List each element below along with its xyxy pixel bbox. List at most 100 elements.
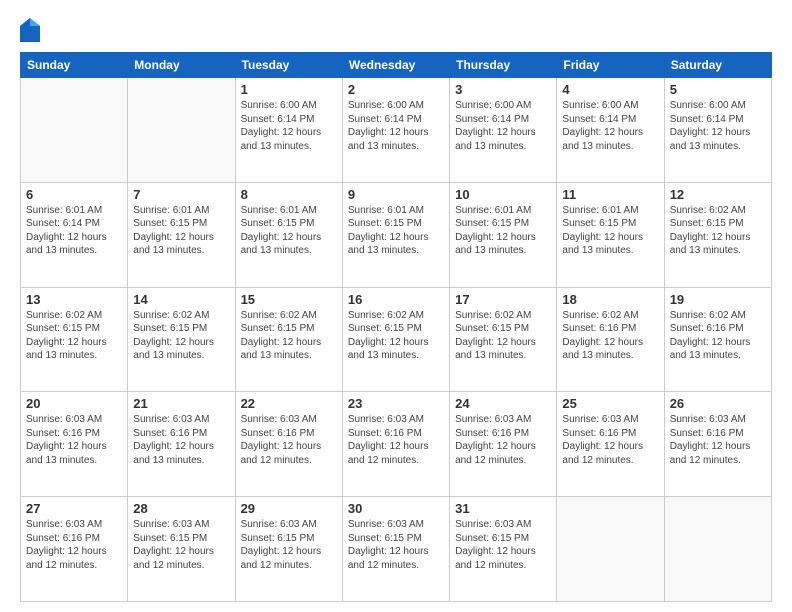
- table-row: 7 Sunrise: 6:01 AM Sunset: 6:15 PM Daylig…: [128, 182, 235, 287]
- col-sunday: Sunday: [21, 53, 128, 78]
- table-row: 11 Sunrise: 6:01 AM Sunset: 6:15 PM Dayli…: [557, 182, 664, 287]
- calendar-week-row: 27 Sunrise: 6:03 AM Sunset: 6:16 PM Dayli…: [21, 497, 772, 602]
- table-row: 27 Sunrise: 6:03 AM Sunset: 6:16 PM Dayli…: [21, 497, 128, 602]
- day-number: 13: [26, 292, 122, 307]
- table-row: 22Sunrise: 6:03 AM Sunset: 6:16 PM Dayli…: [235, 392, 342, 497]
- table-row: 2 Sunrise: 6:00 AM Sunset: 6:14 PM Daylig…: [342, 78, 449, 183]
- day-info: Sunrise: 6:03 AM Sunset: 6:16 PM Dayligh…: [455, 413, 551, 467]
- calendar-table: Sunday Monday Tuesday Wednesday Thursday…: [20, 52, 772, 602]
- table-row: 30 Sunrise: 6:03 AM Sunset: 6:15 PM Dayli…: [342, 497, 449, 602]
- table-row: 14 Sunrise: 6:02 AM Sunset: 6:15 PM Dayli…: [128, 287, 235, 392]
- day-info: Sunrise: 6:02 AM Sunset: 6:15 PM Dayligh…: [455, 309, 551, 363]
- table-row: 25 Sunrise: 6:03 AM Sunset: 6:16 PM Dayli…: [557, 392, 664, 497]
- logo: [20, 18, 44, 42]
- day-number: 9: [348, 187, 444, 202]
- day-info: Sunrise: 6:03 AM Sunset: 6:15 PM Dayligh…: [241, 518, 337, 572]
- day-number: 7: [133, 187, 229, 202]
- day-info: Sunrise: 6:00 AM Sunset: 6:14 PM Dayligh…: [348, 99, 444, 153]
- day-number: 11: [562, 187, 658, 202]
- table-row: 19 Sunrise: 6:02 AM Sunset: 6:16 PM Dayli…: [664, 287, 771, 392]
- table-row: 12 Sunrise: 6:02 AM Sunset: 6:15 PM Dayli…: [664, 182, 771, 287]
- col-saturday: Saturday: [664, 53, 771, 78]
- day-info: Sunrise: 6:00 AM Sunset: 6:14 PM Dayligh…: [562, 99, 658, 153]
- day-info: Sunrise: 6:01 AM Sunset: 6:15 PM Dayligh…: [348, 204, 444, 258]
- table-row: 8Sunrise: 6:01 AM Sunset: 6:15 PM Daylig…: [235, 182, 342, 287]
- table-row: 1Sunrise: 6:00 AM Sunset: 6:14 PM Daylig…: [235, 78, 342, 183]
- col-wednesday: Wednesday: [342, 53, 449, 78]
- day-number: 25: [562, 396, 658, 411]
- day-number: 1: [241, 82, 337, 97]
- day-number: 6: [26, 187, 122, 202]
- logo-icon: [20, 18, 40, 42]
- table-row: 6 Sunrise: 6:01 AM Sunset: 6:14 PM Daylig…: [21, 182, 128, 287]
- col-thursday: Thursday: [450, 53, 557, 78]
- day-info: Sunrise: 6:02 AM Sunset: 6:15 PM Dayligh…: [133, 309, 229, 363]
- day-number: 12: [670, 187, 766, 202]
- table-row: 10Sunrise: 6:01 AM Sunset: 6:15 PM Dayli…: [450, 182, 557, 287]
- calendar-week-row: 6 Sunrise: 6:01 AM Sunset: 6:14 PM Daylig…: [21, 182, 772, 287]
- calendar-week-row: 13 Sunrise: 6:02 AM Sunset: 6:15 PM Dayli…: [21, 287, 772, 392]
- table-row: 23 Sunrise: 6:03 AM Sunset: 6:16 PM Dayli…: [342, 392, 449, 497]
- day-number: 14: [133, 292, 229, 307]
- day-number: 30: [348, 501, 444, 516]
- day-number: 17: [455, 292, 551, 307]
- day-info: Sunrise: 6:02 AM Sunset: 6:15 PM Dayligh…: [348, 309, 444, 363]
- day-info: Sunrise: 6:03 AM Sunset: 6:16 PM Dayligh…: [348, 413, 444, 467]
- day-info: Sunrise: 6:00 AM Sunset: 6:14 PM Dayligh…: [455, 99, 551, 153]
- day-info: Sunrise: 6:03 AM Sunset: 6:16 PM Dayligh…: [26, 518, 122, 572]
- day-number: 28: [133, 501, 229, 516]
- day-number: 24: [455, 396, 551, 411]
- col-friday: Friday: [557, 53, 664, 78]
- calendar-header-row: Sunday Monday Tuesday Wednesday Thursday…: [21, 53, 772, 78]
- day-info: Sunrise: 6:01 AM Sunset: 6:15 PM Dayligh…: [241, 204, 337, 258]
- day-info: Sunrise: 6:03 AM Sunset: 6:15 PM Dayligh…: [455, 518, 551, 572]
- day-number: 21: [133, 396, 229, 411]
- day-number: 26: [670, 396, 766, 411]
- table-row: 18 Sunrise: 6:02 AM Sunset: 6:16 PM Dayli…: [557, 287, 664, 392]
- calendar-week-row: 1 Sunrise: 6:00 AM Sunset: 6:14 PM Daylig…: [21, 78, 772, 183]
- col-monday: Monday: [128, 53, 235, 78]
- day-info: Sunrise: 6:03 AM Sunset: 6:15 PM Dayligh…: [133, 518, 229, 572]
- table-row: 20Sunrise: 6:03 AM Sunset: 6:16 PM Dayli…: [21, 392, 128, 497]
- col-tuesday: Tuesday: [235, 53, 342, 78]
- table-row: 5Sunrise: 6:00 AM Sunset: 6:14 PM Daylig…: [664, 78, 771, 183]
- table-row: 24 Sunrise: 6:03 AM Sunset: 6:16 PM Dayli…: [450, 392, 557, 497]
- day-info: Sunrise: 6:03 AM Sunset: 6:16 PM Dayligh…: [26, 413, 122, 467]
- day-info: Sunrise: 6:01 AM Sunset: 6:14 PM Dayligh…: [26, 204, 122, 258]
- day-info: Sunrise: 6:02 AM Sunset: 6:16 PM Dayligh…: [562, 309, 658, 363]
- day-number: 2: [348, 82, 444, 97]
- day-number: 19: [670, 292, 766, 307]
- day-number: 16: [348, 292, 444, 307]
- day-info: Sunrise: 6:01 AM Sunset: 6:15 PM Dayligh…: [133, 204, 229, 258]
- day-info: Sunrise: 6:02 AM Sunset: 6:15 PM Dayligh…: [670, 204, 766, 258]
- day-number: 31: [455, 501, 551, 516]
- day-info: Sunrise: 6:03 AM Sunset: 6:15 PM Dayligh…: [348, 518, 444, 572]
- table-row: 13 Sunrise: 6:02 AM Sunset: 6:15 PM Dayli…: [21, 287, 128, 392]
- day-number: 18: [562, 292, 658, 307]
- day-number: 22: [241, 396, 337, 411]
- header: [20, 18, 772, 42]
- table-row: 9 Sunrise: 6:01 AM Sunset: 6:15 PM Daylig…: [342, 182, 449, 287]
- table-row: 26 Sunrise: 6:03 AM Sunset: 6:16 PM Dayli…: [664, 392, 771, 497]
- day-number: 27: [26, 501, 122, 516]
- day-info: Sunrise: 6:01 AM Sunset: 6:15 PM Dayligh…: [562, 204, 658, 258]
- table-row: 28 Sunrise: 6:03 AM Sunset: 6:15 PM Dayli…: [128, 497, 235, 602]
- day-info: Sunrise: 6:03 AM Sunset: 6:16 PM Dayligh…: [133, 413, 229, 467]
- day-number: 15: [241, 292, 337, 307]
- table-row: 4Sunrise: 6:00 AM Sunset: 6:14 PM Daylig…: [557, 78, 664, 183]
- table-row: 17 Sunrise: 6:02 AM Sunset: 6:15 PM Dayli…: [450, 287, 557, 392]
- day-number: 23: [348, 396, 444, 411]
- table-row: [557, 497, 664, 602]
- day-info: Sunrise: 6:03 AM Sunset: 6:16 PM Dayligh…: [562, 413, 658, 467]
- table-row: [21, 78, 128, 183]
- table-row: 15 Sunrise: 6:02 AM Sunset: 6:15 PM Dayli…: [235, 287, 342, 392]
- day-info: Sunrise: 6:02 AM Sunset: 6:15 PM Dayligh…: [241, 309, 337, 363]
- table-row: 21 Sunrise: 6:03 AM Sunset: 6:16 PM Dayli…: [128, 392, 235, 497]
- day-info: Sunrise: 6:00 AM Sunset: 6:14 PM Dayligh…: [670, 99, 766, 153]
- day-info: Sunrise: 6:03 AM Sunset: 6:16 PM Dayligh…: [670, 413, 766, 467]
- page: Sunday Monday Tuesday Wednesday Thursday…: [0, 0, 792, 612]
- day-info: Sunrise: 6:02 AM Sunset: 6:15 PM Dayligh…: [26, 309, 122, 363]
- table-row: 29Sunrise: 6:03 AM Sunset: 6:15 PM Dayli…: [235, 497, 342, 602]
- day-info: Sunrise: 6:02 AM Sunset: 6:16 PM Dayligh…: [670, 309, 766, 363]
- table-row: [128, 78, 235, 183]
